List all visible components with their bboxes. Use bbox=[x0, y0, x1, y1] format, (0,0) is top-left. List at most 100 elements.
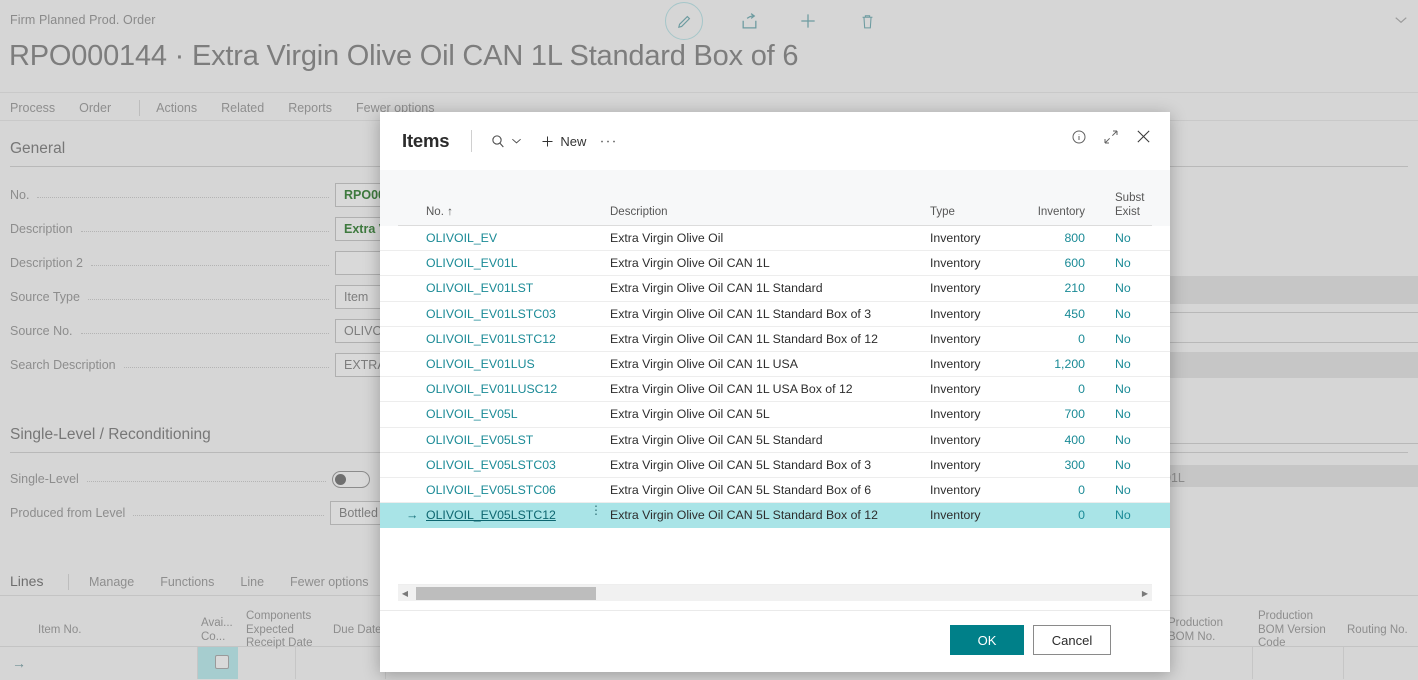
cell-inventory[interactable]: 0 bbox=[1020, 483, 1085, 497]
column-header-inventory[interactable]: Inventory bbox=[1020, 205, 1085, 219]
table-row[interactable]: →⋮OLIVOIL_EV01LSTC03Extra Virgin Olive O… bbox=[380, 301, 1170, 327]
single-level-toggle[interactable] bbox=[332, 470, 370, 488]
dot-leader bbox=[37, 188, 329, 198]
table-row[interactable]: →⋮OLIVOIL_EV01LSTC12Extra Virgin Olive O… bbox=[380, 326, 1170, 352]
scrollbar-thumb[interactable] bbox=[416, 586, 596, 600]
search-icon[interactable] bbox=[490, 133, 506, 149]
info-icon[interactable] bbox=[1071, 129, 1087, 145]
column-header-no[interactable]: No. ↑ bbox=[426, 205, 453, 219]
cell-inventory[interactable]: 800 bbox=[1020, 231, 1085, 245]
ellipsis-icon[interactable] bbox=[600, 139, 616, 144]
lines-cell-production-bom-no[interactable] bbox=[1160, 647, 1253, 679]
share-icon[interactable] bbox=[736, 8, 762, 34]
cell-inventory[interactable]: 1,200 bbox=[1020, 357, 1085, 371]
horizontal-scrollbar[interactable]: ◀ ▶ bbox=[398, 584, 1152, 601]
cell-inventory[interactable]: 0 bbox=[1020, 332, 1085, 346]
cell-item-no[interactable]: OLIVOIL_EV05LSTC06 bbox=[426, 483, 556, 497]
field-row-single-level: Single-Level bbox=[10, 466, 370, 492]
cell-description: Extra Virgin Olive Oil bbox=[610, 231, 724, 245]
cell-item-no[interactable]: OLIVOIL_EV05LSTC12 bbox=[426, 508, 556, 522]
table-row[interactable]: →⋮OLIVOIL_EV01LExtra Virgin Olive Oil CA… bbox=[380, 251, 1170, 277]
row-menu-icon[interactable]: ⋮ bbox=[590, 504, 602, 516]
lines-cell-routing-no[interactable] bbox=[1344, 647, 1418, 679]
cell-item-no[interactable]: OLIVOIL_EV05L bbox=[426, 407, 518, 421]
trash-icon[interactable] bbox=[854, 8, 880, 34]
ribbon-item-actions[interactable]: Actions bbox=[156, 101, 211, 115]
chevron-down-icon[interactable] bbox=[1394, 12, 1408, 30]
cell-subst-exist[interactable]: No bbox=[1115, 231, 1131, 245]
table-row[interactable]: →⋮OLIVOIL_EV05LSTExtra Virgin Olive Oil … bbox=[380, 427, 1170, 453]
cell-item-no[interactable]: OLIVOIL_EV01LSTC12 bbox=[426, 332, 556, 346]
lines-cell-item-no[interactable] bbox=[32, 647, 198, 679]
lines-action-manage[interactable]: Manage bbox=[89, 575, 134, 589]
dialog-search-control[interactable] bbox=[490, 133, 522, 149]
cell-item-no[interactable]: OLIVOIL_EV bbox=[426, 231, 497, 245]
cell-subst-exist[interactable]: No bbox=[1115, 433, 1131, 447]
edit-pencil-icon[interactable] bbox=[665, 2, 703, 40]
table-row[interactable]: →⋮OLIVOIL_EV05LSTC06Extra Virgin Olive O… bbox=[380, 477, 1170, 504]
cell-inventory[interactable]: 700 bbox=[1020, 407, 1085, 421]
cell-subst-exist[interactable]: No bbox=[1115, 407, 1131, 421]
scrollbar-track[interactable] bbox=[412, 586, 1138, 600]
table-row[interactable]: → ⋮ OLIVOIL_EV05LSTC12 Extra Virgin Olive O… bbox=[380, 503, 1170, 529]
scroll-left-icon[interactable]: ◀ bbox=[398, 589, 412, 598]
cell-type: Inventory bbox=[930, 482, 981, 497]
cell-item-no[interactable]: OLIVOIL_EV01LST bbox=[426, 281, 533, 295]
column-header-type[interactable]: Type bbox=[930, 205, 955, 219]
chevron-down-icon[interactable] bbox=[511, 137, 522, 145]
table-row[interactable]: →⋮OLIVOIL_EV05LExtra Virgin Olive Oil CA… bbox=[380, 402, 1170, 428]
ribbon-item-reports[interactable]: Reports bbox=[288, 101, 346, 115]
cell-subst-exist[interactable]: No bbox=[1115, 332, 1131, 346]
lines-row-indicator-icon: → bbox=[12, 655, 26, 671]
cell-item-no[interactable]: OLIVOIL_EV05LSTC03 bbox=[426, 458, 556, 472]
table-row[interactable]: →⋮OLIVOIL_EV01LUSExtra Virgin Olive Oil … bbox=[380, 351, 1170, 378]
cell-type: Inventory bbox=[930, 356, 981, 371]
cell-subst-exist[interactable]: No bbox=[1115, 256, 1131, 270]
cell-inventory[interactable]: 400 bbox=[1020, 433, 1085, 447]
lines-action-line[interactable]: Line bbox=[240, 575, 264, 589]
column-header-description[interactable]: Description bbox=[610, 205, 668, 219]
cell-inventory[interactable]: 450 bbox=[1020, 307, 1085, 321]
ribbon-item-order[interactable]: Order bbox=[79, 101, 125, 115]
cell-subst-exist[interactable]: No bbox=[1115, 307, 1131, 321]
lines-cell-bom-version-code[interactable] bbox=[1253, 647, 1344, 679]
cancel-button[interactable]: Cancel bbox=[1033, 625, 1111, 655]
lines-action-functions[interactable]: Functions bbox=[160, 575, 214, 589]
cell-description: Extra Virgin Olive Oil CAN 1L bbox=[610, 256, 770, 271]
ribbon-item-process[interactable]: Process bbox=[10, 101, 69, 115]
table-row[interactable]: →⋮OLIVOIL_EV01LSTExtra Virgin Olive Oil … bbox=[380, 276, 1170, 302]
cell-subst-exist[interactable]: No bbox=[1115, 483, 1131, 497]
cell-inventory[interactable]: 300 bbox=[1020, 458, 1085, 472]
cell-subst-exist[interactable]: No bbox=[1115, 382, 1131, 396]
table-row[interactable]: →⋮OLIVOIL_EV01LUSC12Extra Virgin Olive O… bbox=[380, 377, 1170, 403]
column-header-subst-exist[interactable]: Subst Exist bbox=[1115, 191, 1144, 219]
cell-subst-exist[interactable]: No bbox=[1115, 357, 1131, 371]
background-rule bbox=[1140, 443, 1418, 444]
cell-inventory[interactable]: 0 bbox=[1020, 382, 1085, 396]
cell-inventory[interactable]: 600 bbox=[1020, 256, 1085, 270]
lines-cell-components-date[interactable] bbox=[296, 647, 386, 679]
cell-item-no[interactable]: OLIVOIL_EV01LUS bbox=[426, 357, 535, 371]
cell-item-no[interactable]: OLIVOIL_EV05LST bbox=[426, 433, 533, 447]
cell-inventory[interactable]: 210 bbox=[1020, 281, 1085, 295]
ok-button[interactable]: OK bbox=[950, 625, 1024, 655]
cell-subst-exist[interactable]: No bbox=[1115, 281, 1131, 295]
cell-type: Inventory bbox=[930, 432, 981, 447]
lines-availability-checkbox[interactable] bbox=[215, 655, 229, 669]
cell-item-no[interactable]: OLIVOIL_EV01L bbox=[426, 256, 518, 270]
plus-icon[interactable] bbox=[795, 8, 821, 34]
table-row[interactable]: →⋮OLIVOIL_EV05LSTC03Extra Virgin Olive O… bbox=[380, 452, 1170, 478]
cell-item-no[interactable]: OLIVOIL_EV01LUSC12 bbox=[426, 382, 557, 396]
expand-icon[interactable] bbox=[1103, 129, 1119, 145]
table-row[interactable]: →⋮OLIVOIL_EVExtra Virgin Olive OilInvent… bbox=[380, 226, 1170, 252]
cell-subst-exist[interactable]: No bbox=[1115, 458, 1131, 472]
cell-subst-exist[interactable]: No bbox=[1115, 508, 1131, 522]
lines-action-fewer-options[interactable]: Fewer options bbox=[290, 575, 369, 589]
lines-cell-avail-check[interactable] bbox=[238, 647, 296, 679]
cell-inventory[interactable]: 0 bbox=[1020, 508, 1085, 522]
ribbon-item-related[interactable]: Related bbox=[221, 101, 278, 115]
close-icon[interactable] bbox=[1135, 128, 1152, 145]
scroll-right-icon[interactable]: ▶ bbox=[1138, 589, 1152, 598]
cell-item-no[interactable]: OLIVOIL_EV01LSTC03 bbox=[426, 307, 556, 321]
new-button[interactable]: New bbox=[540, 134, 586, 149]
